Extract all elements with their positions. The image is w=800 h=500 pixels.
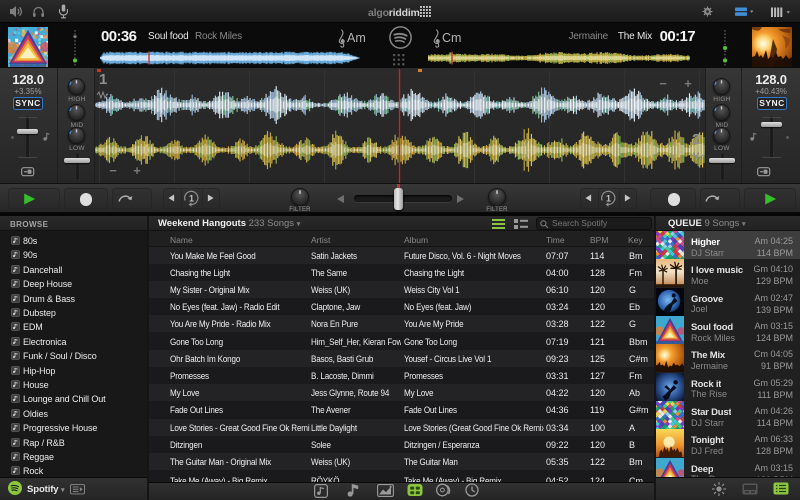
svg-text:1: 1 bbox=[189, 194, 194, 204]
svg-text:1: 1 bbox=[606, 194, 611, 204]
